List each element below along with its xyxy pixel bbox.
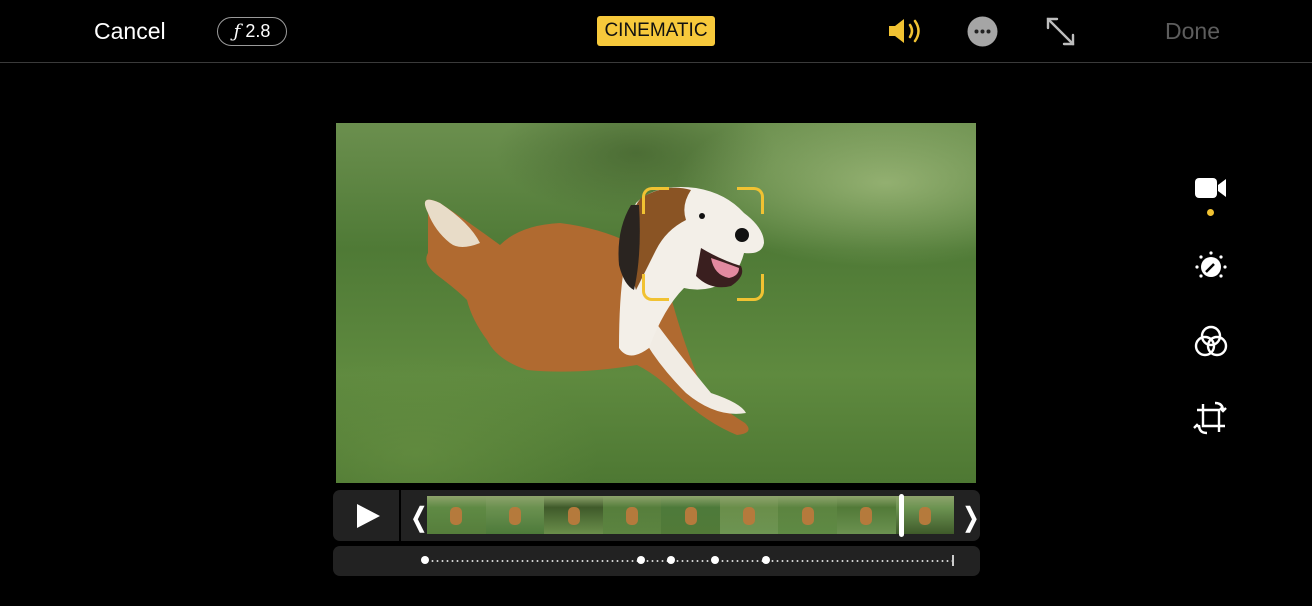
focus-keyframe[interactable] (637, 556, 646, 564)
filmstrip-frame (719, 496, 779, 534)
focus-keyframe[interactable] (711, 556, 720, 564)
filmstrip-frame (895, 496, 954, 534)
focus-corner (737, 187, 764, 214)
aperture-button[interactable]: ƒ 2.8 (217, 17, 287, 46)
filmstrip-frame (602, 496, 662, 534)
focus-keyframe[interactable] (421, 556, 429, 564)
trim-end-handle[interactable]: ❭ (960, 502, 982, 533)
more-icon[interactable] (967, 16, 998, 52)
focus-track-dots (425, 560, 953, 562)
video-camera-icon (1195, 178, 1226, 198)
video-preview[interactable] (336, 123, 976, 483)
playhead[interactable] (899, 494, 905, 537)
focus-track-end (952, 555, 954, 566)
filmstrip-frame (778, 496, 837, 534)
filmstrip-frame (661, 496, 720, 534)
selected-indicator (1207, 209, 1214, 216)
focus-corner (642, 274, 669, 301)
adjust-dial-icon (1195, 251, 1227, 278)
timeline-scrubber[interactable]: ❬ ❭ (333, 490, 982, 541)
focus-keyframe[interactable] (666, 556, 675, 564)
filmstrip[interactable] (427, 496, 954, 534)
focus-keyframe-track[interactable] (333, 546, 980, 576)
filmstrip-frame (544, 496, 603, 534)
expand-icon[interactable] (1045, 16, 1076, 52)
aperture-value: 2.8 (245, 21, 271, 41)
focus-corner (642, 187, 669, 214)
aperture-symbol: ƒ (233, 21, 241, 42)
cinematic-toggle[interactable]: CINEMATIC (597, 16, 715, 46)
filmstrip-frame (485, 496, 545, 534)
play-icon (357, 504, 380, 528)
cancel-button[interactable]: Cancel (94, 18, 166, 45)
focus-keyframe[interactable] (761, 556, 770, 564)
play-button[interactable] (333, 490, 401, 541)
filmstrip-frame (836, 496, 896, 534)
focus-tracking-box[interactable] (642, 187, 764, 301)
crop-tool-button[interactable] (1191, 398, 1231, 438)
done-button[interactable]: Done (1165, 18, 1220, 45)
filters-tool-button[interactable] (1191, 322, 1231, 362)
focus-corner (737, 274, 764, 301)
video-tool-button[interactable] (1191, 170, 1231, 210)
dog-image (424, 187, 764, 435)
adjust-tool-button[interactable] (1191, 246, 1231, 286)
crop-rotate-icon (1193, 401, 1227, 435)
filters-icon (1194, 325, 1228, 357)
speaker-icon[interactable] (887, 17, 925, 50)
filmstrip-frame (427, 496, 486, 534)
top-toolbar: Cancel ƒ 2.8 CINEMATIC Done (0, 0, 1312, 63)
